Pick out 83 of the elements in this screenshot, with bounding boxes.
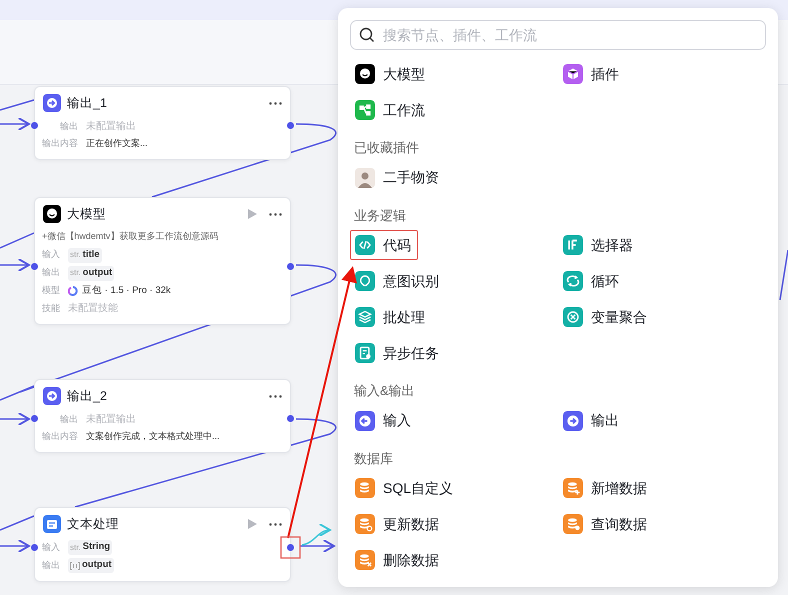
output-node-icon	[43, 94, 61, 112]
field-label: 输出	[60, 412, 78, 426]
section-heading: 已收藏插件	[353, 139, 420, 157]
field-label: 输出	[42, 558, 60, 572]
menu-item[interactable]: 更新数据	[350, 509, 444, 539]
field-value: 未配置技能	[68, 302, 119, 316]
node-title: 大模型	[67, 206, 107, 223]
more-icon[interactable]	[269, 394, 282, 398]
menu-item[interactable]: 新增数据	[558, 473, 652, 503]
menu-item[interactable]: 输出	[558, 406, 624, 436]
menu-item[interactable]: 工作流	[350, 95, 430, 125]
variable-name: String	[82, 540, 110, 554]
llm-node-icon	[43, 205, 61, 223]
input-port[interactable]	[31, 122, 38, 129]
output-port[interactable]	[287, 122, 294, 129]
avatar-icon	[355, 168, 375, 188]
menu-item[interactable]: 删除数据	[350, 545, 444, 575]
connector-line	[0, 232, 34, 249]
menu-item[interactable]: 意图识别	[350, 266, 444, 296]
type-label: str.	[70, 249, 81, 261]
model-logo-icon	[68, 286, 78, 296]
menu-item[interactable]: 异步任务	[350, 338, 444, 368]
field-label: 输入	[42, 248, 60, 262]
text-node-icon	[43, 515, 61, 533]
menu-item[interactable]: 选择器	[558, 230, 638, 260]
connector-line	[0, 515, 34, 531]
input-port[interactable]	[31, 544, 38, 551]
section-heading: 输入&输出	[353, 382, 416, 400]
connector-line	[0, 99, 34, 111]
menu-item[interactable]: 二手物资	[350, 162, 444, 192]
workflow-node-card[interactable]: 文本处理 输入 str. String 输出 output	[34, 507, 291, 582]
connector-line	[0, 412, 30, 426]
menu-item[interactable]: SQL自定义	[350, 473, 458, 503]
menu-item[interactable]: 输入	[350, 406, 416, 436]
section-heading: 数据库	[353, 450, 394, 468]
input-port[interactable]	[31, 415, 38, 422]
highlight-frame	[280, 536, 301, 559]
search-field[interactable]: 搜索节点、插件、工作流	[350, 20, 766, 50]
field-value: 正在创作文案...	[86, 137, 149, 150]
output-port[interactable]	[287, 263, 294, 270]
model-name: 豆包 · 1.5 · Pro · 32k	[82, 284, 171, 298]
more-icon[interactable]	[269, 212, 282, 216]
output-port[interactable]	[287, 415, 294, 422]
menu-item[interactable]: 代码	[350, 230, 418, 260]
menu-item[interactable]: 循环	[558, 266, 624, 296]
input-port[interactable]	[31, 263, 38, 270]
section-heading: 业务逻辑	[353, 206, 407, 224]
output-node-icon	[43, 387, 61, 405]
workflow-node-card[interactable]: 大模型 +微信【hwdemtv】获取更多工作流创意源码 输入 str. title 输出 str. output 模型 豆包 · 1.5 · Pro · 32k 技能 未配置技能	[34, 197, 291, 325]
workflow-node-card[interactable]: 输出_1 输出 未配置输出 输出内容 正在创作文案...	[34, 86, 291, 160]
menu-item[interactable]: 批处理	[350, 302, 430, 332]
node-title: 文本处理	[67, 516, 120, 533]
variable-name: output	[82, 558, 112, 572]
field-label: 模型	[42, 284, 60, 297]
variable-name: title	[82, 248, 100, 262]
connector-line	[0, 117, 30, 131]
workflow-node-card[interactable]: 输出_2 输出 未配置输出 输出内容 文案创作完成，文本格式处理中...	[34, 379, 291, 452]
more-icon[interactable]	[269, 522, 282, 526]
field-value: 文案创作完成，文本格式处理中...	[86, 430, 221, 443]
type-label: str.	[70, 542, 81, 554]
type-label: str.	[70, 267, 81, 279]
field-value: 未配置输出	[86, 412, 137, 427]
field-label: 输出内容	[42, 137, 78, 150]
more-icon[interactable]	[269, 102, 282, 104]
field-label: 输出	[60, 120, 78, 133]
field-label: 输出内容	[42, 430, 78, 443]
connector-line	[779, 250, 788, 300]
connector-line	[0, 539, 30, 553]
field-value: 未配置输出	[86, 120, 137, 134]
menu-item[interactable]: 查询数据	[558, 509, 652, 539]
menu-item[interactable]: 变量聚合	[558, 302, 652, 332]
output-port[interactable]	[287, 544, 294, 551]
menu-item[interactable]: 大模型	[350, 59, 430, 89]
array-type-icon	[70, 562, 80, 570]
field-label: 技能	[42, 302, 60, 314]
menu-item[interactable]: 插件	[558, 59, 624, 89]
search-icon	[359, 27, 375, 43]
node-title: 输出_2	[67, 388, 108, 405]
node-note: +微信【hwdemtv】获取更多工作流创意源码	[42, 230, 220, 243]
node-title: 输出_1	[67, 94, 108, 112]
field-label: 输出	[42, 266, 60, 280]
variable-name: output	[82, 266, 112, 280]
field-label: 输入	[42, 540, 60, 554]
